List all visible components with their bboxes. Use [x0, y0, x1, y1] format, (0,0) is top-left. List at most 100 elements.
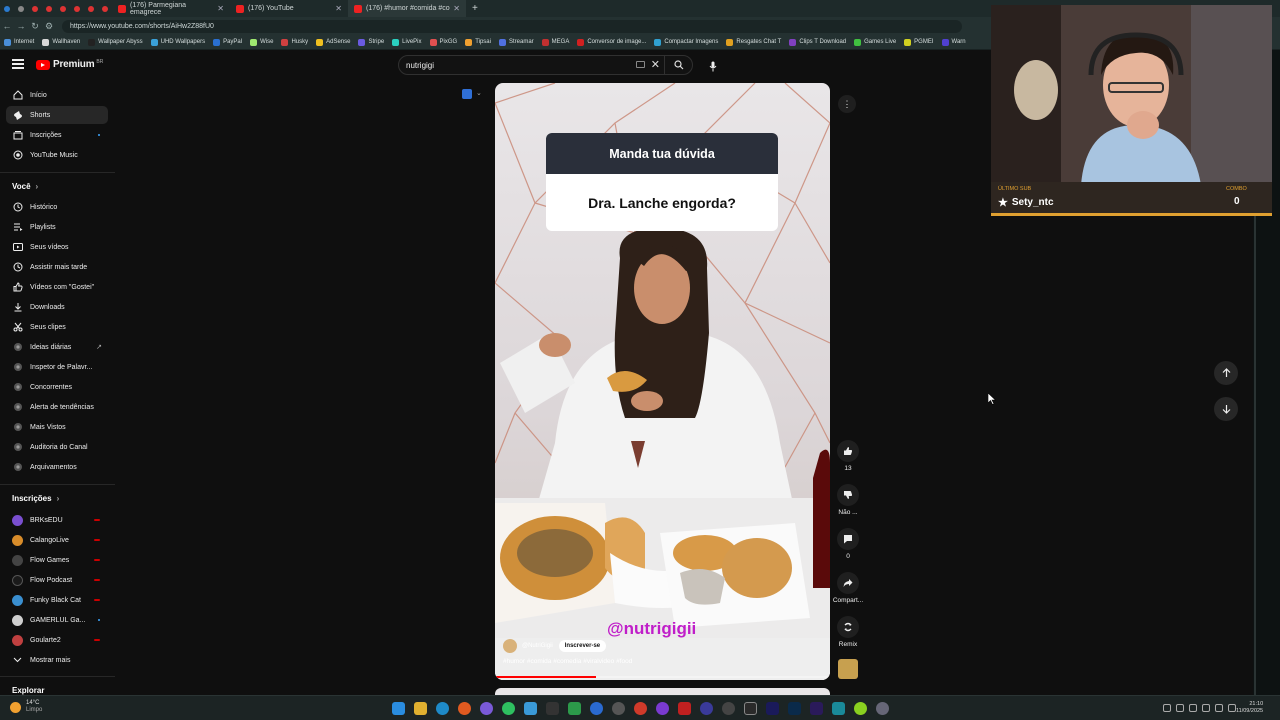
subscribe-button[interactable]: Inscrever-se: [558, 640, 607, 652]
accessibility-badge-icon[interactable]: [462, 89, 472, 99]
bookmark[interactable]: Streamar: [498, 38, 534, 46]
sidebar-item-shorts[interactable]: Shorts: [6, 106, 108, 124]
back-icon[interactable]: ←: [0, 17, 14, 35]
sidebar-item-subscriptions[interactable]: Inscrições: [6, 126, 108, 144]
sidebar-item-competitors[interactable]: Concorrentes: [6, 378, 108, 396]
app-icon[interactable]: [546, 702, 559, 715]
pinned-tab[interactable]: [28, 0, 42, 17]
forward-icon[interactable]: →: [14, 17, 28, 35]
search-input[interactable]: nutrigigi ✕: [398, 55, 693, 75]
system-tray[interactable]: [1163, 704, 1241, 712]
menu-icon[interactable]: [12, 59, 24, 69]
bookmark[interactable]: Husky: [281, 38, 308, 46]
video-progress-bar[interactable]: [495, 676, 830, 678]
youtube-logo[interactable]: Premium BR: [36, 59, 103, 70]
pinned-tab[interactable]: [56, 0, 70, 17]
reload-icon[interactable]: ↻: [28, 17, 42, 35]
pinned-tab[interactable]: [14, 0, 28, 17]
subscription-channel[interactable]: CalangoLive: [6, 531, 108, 549]
next-short-button[interactable]: [1214, 397, 1238, 421]
subscription-channel[interactable]: BRKsEDU: [6, 511, 108, 529]
voice-search-button[interactable]: [704, 57, 722, 75]
sidebar-item-playlists[interactable]: Playlists: [6, 218, 108, 236]
bookmark[interactable]: AdSense: [316, 38, 350, 46]
close-tab-icon[interactable]: ✕: [335, 4, 342, 13]
app-icon[interactable]: [700, 702, 713, 715]
sidebar-item-clips[interactable]: Seus clipes: [6, 318, 108, 336]
clear-search-icon[interactable]: ✕: [651, 58, 660, 71]
browser-tab[interactable]: (176) YouTube ✕: [230, 0, 348, 17]
subscription-channel[interactable]: Flow Games: [6, 551, 108, 569]
subscription-channel[interactable]: Funky Black Cat: [6, 591, 108, 609]
app-icon[interactable]: [656, 702, 669, 715]
premiere-icon[interactable]: [766, 702, 779, 715]
show-more-button[interactable]: Mostrar mais: [6, 651, 108, 669]
sidebar-item-channel-audit[interactable]: Auditoria do Canal: [6, 438, 108, 456]
bookmark[interactable]: Stripe: [358, 38, 384, 46]
original-sound-thumbnail[interactable]: [838, 659, 858, 679]
whatsapp-icon[interactable]: [502, 702, 515, 715]
sidebar-item-youtube-music[interactable]: YouTube Music: [6, 146, 108, 164]
like-button[interactable]: 13: [833, 440, 863, 472]
sidebar-item-trend-alerts[interactable]: Alerta de tendências: [6, 398, 108, 416]
sidebar-item-home[interactable]: Início: [6, 86, 108, 104]
sidebar-item-archives[interactable]: Arquivamentos: [6, 458, 108, 476]
weather-widget[interactable]: 14°C Limpo: [10, 700, 42, 714]
url-field[interactable]: https://www.youtube.com/shorts/AiHw2Z88f…: [62, 19, 962, 33]
photoshop-icon[interactable]: [788, 702, 801, 715]
subscription-channel[interactable]: Flow Podcast: [6, 571, 108, 589]
file-explorer-icon[interactable]: [414, 702, 427, 715]
new-tab-button[interactable]: +: [466, 0, 482, 17]
site-info-icon[interactable]: ⚙: [42, 17, 56, 35]
dislike-button[interactable]: Não ...: [833, 484, 863, 516]
telegram-icon[interactable]: [524, 702, 537, 715]
clock[interactable]: 21:10 11/09/2025: [1236, 701, 1263, 715]
subscription-channel[interactable]: Goularte2: [6, 631, 108, 649]
short-video-player[interactable]: Manda tua dúvida Dra. Lanche engorda? @n…: [495, 83, 830, 680]
keyboard-icon[interactable]: [636, 61, 645, 68]
subscriptions-section-header[interactable]: Inscrições ›: [12, 494, 59, 503]
sidebar-item-keyword-inspector[interactable]: Inspetor de Palavr...: [6, 358, 108, 376]
bookmark[interactable]: Conversor de image...: [577, 38, 646, 46]
sidebar-item-downloads[interactable]: Downloads: [6, 298, 108, 316]
close-tab-icon[interactable]: ✕: [453, 4, 460, 13]
search-button[interactable]: [664, 56, 692, 74]
pinned-tab[interactable]: [0, 0, 14, 17]
comments-button[interactable]: 0: [833, 528, 863, 560]
close-tab-icon[interactable]: ✕: [217, 4, 224, 13]
obs-icon[interactable]: [612, 702, 625, 715]
bookmark[interactable]: Clips T Download: [789, 38, 846, 46]
sidebar-item-history[interactable]: Histórico: [6, 198, 108, 216]
sidebar-item-most-viewed[interactable]: Mais Vistos: [6, 418, 108, 436]
sidebar-item-daily-ideas[interactable]: Ideias diárias ↗: [6, 338, 108, 356]
share-button[interactable]: Compart...: [833, 572, 863, 604]
bookmark[interactable]: LivePix: [392, 38, 422, 46]
bookmark[interactable]: PayPal: [213, 38, 242, 46]
settings-icon[interactable]: [876, 702, 889, 715]
pdf-app-icon[interactable]: [678, 702, 691, 715]
sidebar-item-your-videos[interactable]: Seus vídeos: [6, 238, 108, 256]
bookmark[interactable]: Warn: [941, 38, 966, 46]
subscription-channel[interactable]: GAMERLUL Ga...: [6, 611, 108, 629]
bookmark[interactable]: Wise: [250, 38, 273, 46]
app-icon[interactable]: [722, 702, 735, 715]
firefox-icon[interactable]: [458, 702, 471, 715]
app-icon[interactable]: [832, 702, 845, 715]
channel-avatar[interactable]: [503, 639, 517, 653]
browser-tab-active[interactable]: (176) #humor #comida #co ✕: [348, 0, 466, 17]
bookmark[interactable]: UHD Wallpapers: [150, 38, 205, 46]
bookmark[interactable]: Wallhaven: [42, 38, 80, 46]
pinned-tab[interactable]: [70, 0, 84, 17]
channel-name[interactable]: @NutriGigii: [522, 643, 553, 649]
pinned-tab[interactable]: [98, 0, 112, 17]
sidebar-item-liked-videos[interactable]: Vídeos com "Gostei": [6, 278, 108, 296]
bookmark[interactable]: Resgates Chat T: [726, 38, 781, 46]
bookmark[interactable]: Compactar Imagens: [654, 38, 718, 46]
sidebar-item-watch-later[interactable]: Assistir mais tarde: [6, 258, 108, 276]
excel-icon[interactable]: [568, 702, 581, 715]
edge-browser-icon[interactable]: [436, 702, 449, 715]
previous-short-button[interactable]: [1214, 361, 1238, 385]
bookmark[interactable]: Games Live: [854, 38, 896, 46]
bookmark[interactable]: MEGA: [541, 38, 569, 46]
bookmark[interactable]: Tipsai: [465, 38, 491, 46]
